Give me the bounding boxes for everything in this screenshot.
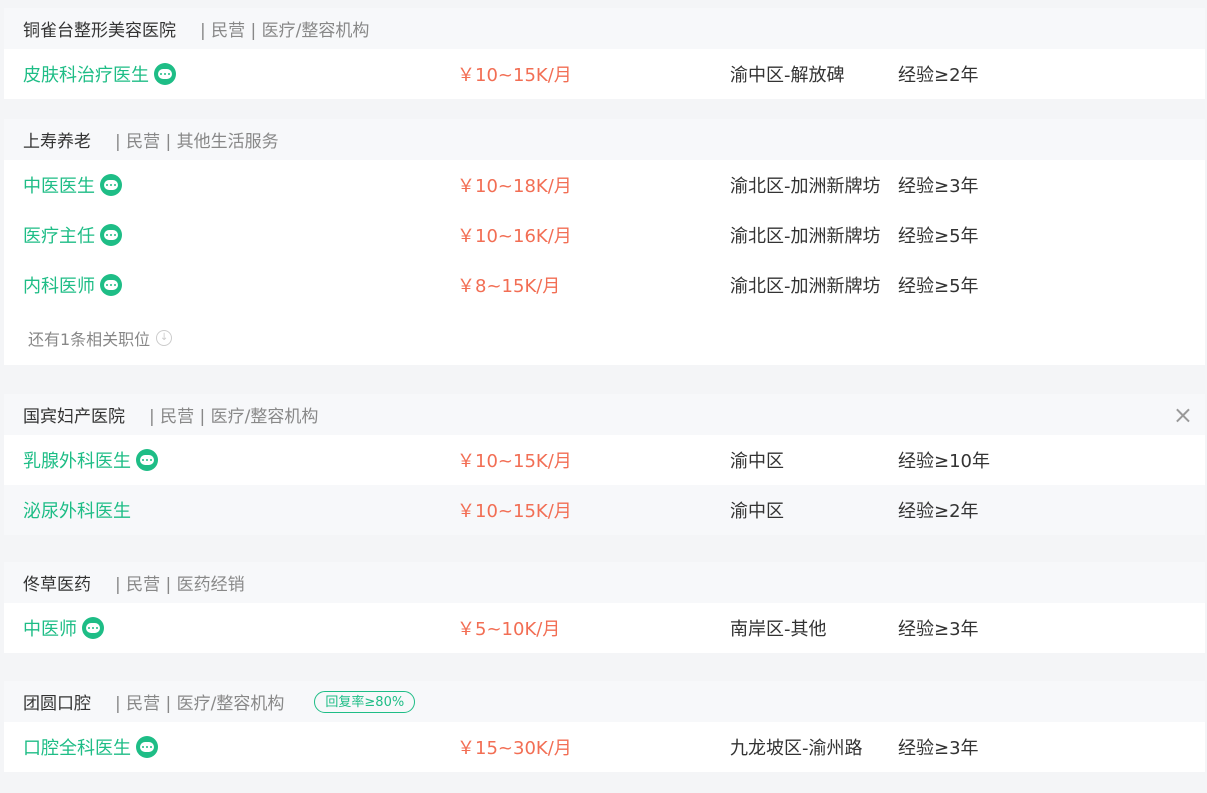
more-jobs-link[interactable]: 还有1条相关职位 ↓ <box>4 310 1205 365</box>
job-row[interactable]: 泌尿外科医生 ￥10~15K/月 渝中区 经验≥2年 <box>4 485 1205 535</box>
job-row[interactable]: 皮肤科治疗医生 ￥10~15K/月 渝中区-解放碑 经验≥2年 <box>4 49 1205 99</box>
job-experience: 经验≥2年 <box>898 501 979 522</box>
job-experience: 经验≥5年 <box>898 226 979 247</box>
company-card: 上寿养老 | 民营 | 其他生活服务 中医医生 ￥10~18K/月 渝北区-加洲… <box>4 119 1205 365</box>
reply-rate-badge: 回复率≥80% <box>314 690 416 713</box>
job-experience: 经验≥3年 <box>898 738 979 759</box>
more-jobs-label: 还有1条相关职位 <box>28 329 151 349</box>
job-row[interactable]: 内科医师 ￥8~15K/月 渝北区-加洲新牌坊 经验≥5年 <box>4 260 1205 310</box>
company-card: 国宾妇产医院 | 民营 | 医疗/整容机构 × 乳腺外科医生 ￥10~15K/月… <box>4 394 1205 535</box>
close-icon[interactable]: × <box>1173 403 1193 427</box>
job-title[interactable]: 乳腺外科医生 <box>23 447 158 473</box>
job-salary: ￥10~15K/月 <box>457 501 572 522</box>
job-row[interactable]: 中医医生 ￥10~18K/月 渝北区-加洲新牌坊 经验≥3年 <box>4 160 1205 210</box>
company-name[interactable]: 佟草医药 <box>23 570 91 595</box>
company-header: 团圆口腔 | 民营 | 医疗/整容机构 回复率≥80% <box>4 681 1205 722</box>
chat-icon[interactable] <box>136 449 158 471</box>
company-card: 铜雀台整形美容医院 | 民营 | 医疗/整容机构 皮肤科治疗医生 ￥10~15K… <box>4 8 1205 99</box>
job-title[interactable]: 泌尿外科医生 <box>23 497 131 523</box>
chat-icon[interactable] <box>82 617 104 639</box>
company-card: 佟草医药 | 民营 | 医药经销 中医师 ￥5~10K/月 南岸区-其他 经验≥… <box>4 562 1205 653</box>
job-row[interactable]: 医疗主任 ￥10~16K/月 渝北区-加洲新牌坊 经验≥5年 <box>4 210 1205 260</box>
job-location: 南岸区-其他 <box>730 619 827 640</box>
job-location: 渝北区-加洲新牌坊 <box>730 226 881 247</box>
job-location: 渝北区-加洲新牌坊 <box>730 176 881 197</box>
job-location: 九龙坡区-渝州路 <box>730 738 863 759</box>
job-location: 渝中区 <box>730 501 784 522</box>
company-meta: | 民营 | 其他生活服务 <box>115 132 279 152</box>
job-salary: ￥10~16K/月 <box>457 226 572 247</box>
company-meta: | 民营 | 医疗/整容机构 <box>200 21 370 41</box>
company-header: 铜雀台整形美容医院 | 民营 | 医疗/整容机构 <box>4 8 1205 49</box>
company-name[interactable]: 上寿养老 <box>23 127 91 152</box>
job-experience: 经验≥2年 <box>898 65 979 86</box>
company-header: 佟草医药 | 民营 | 医药经销 <box>4 562 1205 603</box>
company-card: 团圆口腔 | 民营 | 医疗/整容机构 回复率≥80% 口腔全科医生 ￥15~3… <box>4 681 1205 772</box>
company-meta: | 民营 | 医疗/整容机构 <box>149 407 319 427</box>
job-title[interactable]: 中医医生 <box>23 172 122 198</box>
chat-icon[interactable] <box>136 736 158 758</box>
job-row[interactable]: 乳腺外科医生 ￥10~15K/月 渝中区 经验≥10年 <box>4 435 1205 485</box>
job-experience: 经验≥3年 <box>898 176 979 197</box>
job-title[interactable]: 口腔全科医生 <box>23 734 158 760</box>
job-salary: ￥5~10K/月 <box>457 619 561 640</box>
chat-icon[interactable] <box>100 224 122 246</box>
job-experience: 经验≥3年 <box>898 619 979 640</box>
company-header: 国宾妇产医院 | 民营 | 医疗/整容机构 × <box>4 394 1205 435</box>
chat-icon[interactable] <box>100 274 122 296</box>
job-experience: 经验≥5年 <box>898 276 979 297</box>
job-location: 渝中区-解放碑 <box>730 65 845 86</box>
job-title[interactable]: 皮肤科治疗医生 <box>23 61 176 87</box>
arrow-down-circle-icon: ↓ <box>156 329 173 346</box>
chat-icon[interactable] <box>100 174 122 196</box>
job-salary: ￥8~15K/月 <box>457 276 561 297</box>
job-row[interactable]: 中医师 ￥5~10K/月 南岸区-其他 经验≥3年 <box>4 603 1205 653</box>
job-title[interactable]: 内科医师 <box>23 272 122 298</box>
job-row[interactable]: 口腔全科医生 ￥15~30K/月 九龙坡区-渝州路 经验≥3年 <box>4 722 1205 772</box>
company-name[interactable]: 团圆口腔 <box>23 689 91 714</box>
company-meta: | 民营 | 医疗/整容机构 <box>115 694 285 714</box>
company-name[interactable]: 铜雀台整形美容医院 <box>23 16 176 41</box>
job-salary: ￥10~15K/月 <box>457 65 572 86</box>
company-meta: | 民营 | 医药经销 <box>115 575 245 595</box>
company-name[interactable]: 国宾妇产医院 <box>23 402 125 427</box>
job-location: 渝北区-加洲新牌坊 <box>730 276 881 297</box>
job-experience: 经验≥10年 <box>898 451 990 472</box>
company-header: 上寿养老 | 民营 | 其他生活服务 <box>4 119 1205 160</box>
job-location: 渝中区 <box>730 451 784 472</box>
job-title[interactable]: 中医师 <box>23 615 104 641</box>
job-salary: ￥10~15K/月 <box>457 451 572 472</box>
job-salary: ￥10~18K/月 <box>457 176 572 197</box>
chat-icon[interactable] <box>154 63 176 85</box>
job-title[interactable]: 医疗主任 <box>23 222 122 248</box>
job-salary: ￥15~30K/月 <box>457 738 572 759</box>
